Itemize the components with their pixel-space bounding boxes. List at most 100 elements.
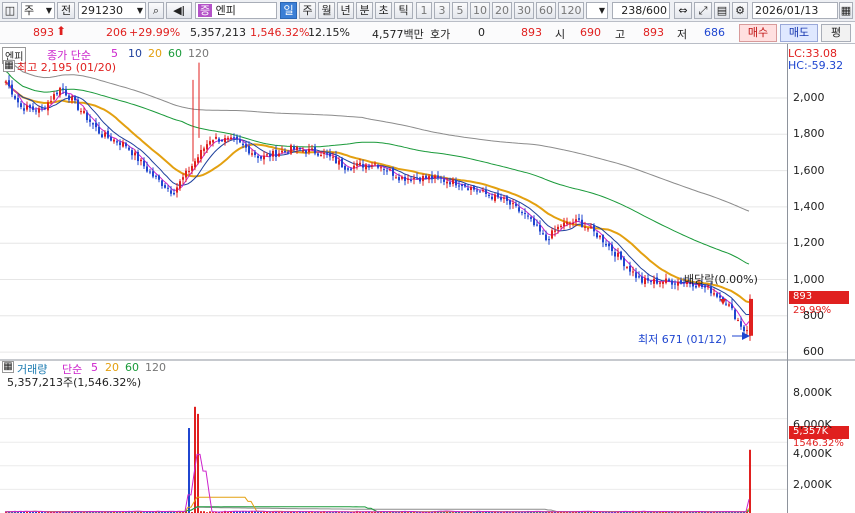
quote-turnover: 12.15% — [308, 26, 350, 39]
candle-body — [230, 137, 232, 140]
minute-3[interactable]: 3 — [434, 2, 450, 19]
calendar-icon[interactable]: ▦ — [839, 2, 853, 19]
candle-body — [458, 185, 460, 187]
period-second[interactable]: 초 — [375, 2, 392, 19]
candle-body — [311, 148, 313, 150]
candle-body — [287, 152, 289, 154]
candle-body — [128, 147, 130, 150]
period-minute[interactable]: 분 — [356, 2, 373, 19]
date-field[interactable]: 2026/01/13 — [752, 2, 838, 19]
candle-body — [578, 218, 580, 220]
max-price-label: 최고 2,195 (01/20) — [17, 61, 117, 74]
candle-body — [77, 99, 79, 110]
candle-body — [635, 272, 637, 278]
candle-body — [587, 228, 589, 230]
candle-body — [125, 143, 127, 147]
minute-30[interactable]: 30 — [514, 2, 534, 19]
candle-body — [365, 164, 367, 170]
sell-button[interactable]: 매도 — [780, 24, 818, 42]
candle-body — [509, 200, 511, 205]
market-select[interactable]: 주 ▼ — [21, 2, 55, 19]
candle-body — [302, 150, 304, 152]
candle-body — [215, 136, 217, 139]
buy-button[interactable]: 매수 — [739, 24, 777, 42]
panel-menu-icon[interactable]: ▦ — [3, 60, 15, 72]
minute-5[interactable]: 5 — [452, 2, 468, 19]
candle-body — [371, 165, 373, 167]
candle-body — [476, 190, 478, 192]
candle-body — [29, 105, 31, 109]
quote-volume: 5,357,213 — [190, 26, 246, 39]
quote-change-pct: +29.99% — [129, 26, 181, 39]
candle-body — [617, 252, 619, 257]
zoom-icon[interactable]: ⤢ — [694, 2, 712, 19]
candle-body — [503, 197, 505, 199]
candle-body — [422, 175, 424, 182]
candle-body — [434, 175, 436, 179]
save-icon[interactable]: ▤ — [714, 2, 730, 19]
candle-body — [242, 143, 244, 146]
settings-icon[interactable]: ⚙ — [732, 2, 748, 19]
minute-10[interactable]: 10 — [470, 2, 490, 19]
range-icon[interactable]: ⇔ — [674, 2, 692, 19]
period-week[interactable]: 주 — [299, 2, 316, 19]
period-year[interactable]: 년 — [337, 2, 354, 19]
candle-body — [413, 178, 415, 180]
candle-body — [716, 293, 718, 297]
candle-body — [584, 226, 586, 228]
minute-60[interactable]: 60 — [536, 2, 556, 19]
minute-20[interactable]: 20 — [492, 2, 512, 19]
candle-body — [323, 152, 325, 154]
minute-120[interactable]: 120 — [558, 2, 584, 19]
candle-body — [518, 207, 520, 212]
candle-body — [488, 194, 490, 196]
stock-name-field[interactable]: 증 엔피 — [195, 2, 277, 19]
candle-body — [353, 165, 355, 169]
candle-body — [329, 153, 331, 157]
interval-select[interactable]: ▼ — [586, 2, 608, 19]
candle-body — [86, 112, 88, 121]
page-counter: 238/600 — [612, 2, 670, 19]
candle-body — [404, 176, 406, 181]
candle-body — [596, 232, 598, 238]
candle-body — [533, 218, 535, 226]
candle-body — [392, 167, 394, 176]
period-tick[interactable]: 틱 — [394, 2, 413, 19]
price-axis-1800: 1,800 — [793, 127, 825, 140]
volume-panel-menu-icon[interactable]: ▦ — [2, 361, 14, 373]
candle-body — [296, 146, 298, 151]
eval-button[interactable]: 평 — [821, 24, 851, 42]
candle-body — [455, 180, 457, 186]
search-icon[interactable]: ⌕ — [148, 2, 164, 19]
period-day[interactable]: 일 — [280, 2, 297, 19]
candle-body — [293, 146, 295, 150]
minute-1[interactable]: 1 — [416, 2, 432, 19]
candle-body — [308, 148, 310, 153]
candle-body — [299, 148, 301, 150]
sound-icon[interactable]: ◀ǀ — [166, 2, 192, 19]
stock-code-input[interactable]: 291230 ▼ — [78, 2, 146, 19]
candle-body — [452, 179, 454, 184]
candle-body — [194, 161, 196, 168]
candle-body — [446, 181, 448, 184]
candle-body — [83, 110, 85, 113]
stock-code-value: 291230 — [81, 4, 123, 17]
candle-body — [530, 217, 532, 219]
candle-body — [107, 130, 109, 138]
candle-body — [470, 187, 472, 191]
candle-body — [278, 153, 280, 157]
candle-body — [224, 138, 226, 143]
prev-button[interactable]: 전 — [57, 2, 75, 19]
ma10-legend: 10 — [128, 47, 142, 60]
vol-ma20-legend: 20 — [105, 361, 119, 374]
candle-body — [260, 156, 262, 159]
candle-body — [494, 194, 496, 201]
candle-body — [182, 177, 184, 180]
candle-body — [668, 279, 670, 282]
candle-body — [638, 276, 640, 278]
candle-body — [419, 177, 421, 182]
period-month[interactable]: 월 — [318, 2, 335, 19]
hoga-value: 0 — [478, 26, 485, 39]
chart-type-icon[interactable]: ◫ — [2, 2, 18, 19]
candle-body — [179, 181, 181, 189]
